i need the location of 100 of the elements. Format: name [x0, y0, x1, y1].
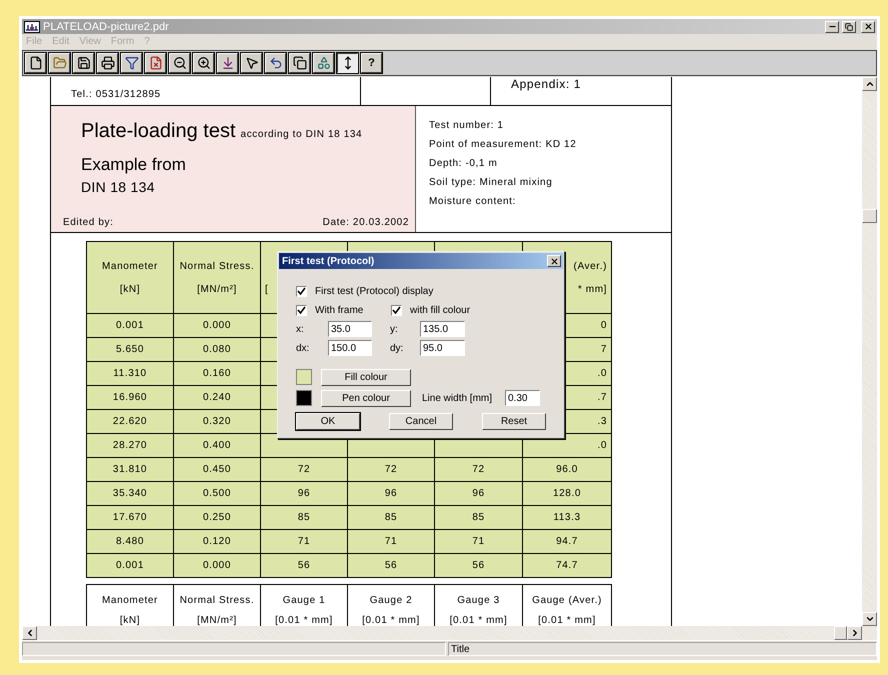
horizontal-scrollbar[interactable]	[22, 626, 877, 640]
appendix-text: Appendix: 1	[511, 77, 581, 91]
header-text: [MN/m²]	[197, 284, 237, 294]
close-button[interactable]	[861, 20, 875, 32]
cell-text: 22.620	[112, 416, 148, 427]
header-text: [kN]	[120, 284, 140, 294]
cell-text: 0.240	[202, 392, 232, 403]
cell-text: 11.310	[113, 368, 147, 379]
field-label: Line width [mm]	[422, 392, 494, 404]
cell-text: 56	[472, 560, 485, 571]
dialog-title: First test (Protocol)	[282, 256, 376, 266]
copy-icon	[292, 56, 306, 70]
cell-text: 0.000	[202, 560, 232, 571]
scroll-left-button[interactable]	[22, 626, 37, 640]
header-text: [0.01 * mm]	[275, 615, 333, 626]
close-button[interactable]	[547, 255, 561, 267]
help-button[interactable]: ?	[361, 53, 382, 73]
cell-text: 71	[472, 536, 485, 547]
funnel-icon	[124, 56, 138, 70]
number-field[interactable]: 150.0	[328, 340, 372, 356]
header-text: [0.01 * mm]	[450, 615, 508, 626]
standard-text: DIN 18 134	[80, 179, 156, 195]
info-text: Point of measurement: KD 12	[429, 139, 578, 150]
cell-text: 7	[600, 344, 607, 355]
dialog-button[interactable]: Reset	[482, 412, 546, 430]
status-panel: Title	[448, 642, 877, 656]
number-field[interactable]: 0.30	[505, 390, 540, 406]
dialog-button[interactable]: OK	[296, 412, 360, 430]
cell-text: 0.001	[116, 320, 144, 331]
header-text: Normal Stress.	[180, 595, 254, 606]
info-text: Moisture content:	[429, 196, 517, 207]
header-text: [0.01 * mm]	[538, 615, 596, 626]
cell-text: 0.120	[202, 536, 232, 547]
cell-text: 74.7	[556, 560, 578, 571]
new-page-icon	[28, 56, 42, 70]
header-text: Normal Stress.	[180, 260, 254, 272]
cell-text: 71	[384, 536, 398, 547]
header-text: [0.01 * mm]	[362, 615, 420, 626]
scroll-up-button[interactable]	[862, 77, 877, 91]
scroll-thumb[interactable]	[862, 208, 877, 223]
arrow-down-to-line-icon	[220, 56, 234, 70]
cell-text: 0.450	[202, 464, 232, 475]
header-text: Gauge 2	[370, 595, 412, 606]
dialog-button[interactable]: Cancel	[389, 412, 453, 430]
info-text: Test number: 1	[429, 120, 505, 131]
vertical-scrollbar[interactable]	[862, 77, 877, 626]
number-field[interactable]: 135.0	[420, 321, 465, 337]
header-text: Manometer	[102, 595, 158, 606]
cell-text: 113.3	[553, 512, 581, 523]
checkbox-label: With frame	[315, 304, 364, 316]
cell-text: 0.320	[202, 416, 232, 427]
scroll-right-button[interactable]	[847, 626, 862, 640]
checkbox[interactable]	[296, 304, 307, 316]
cell-text: 0	[600, 320, 607, 331]
scroll-down-button[interactable]	[862, 612, 877, 626]
header-text: [MN/m²]	[197, 615, 237, 626]
cell-text: 0.080	[202, 344, 232, 355]
close-icon	[550, 256, 558, 266]
save-icon	[76, 56, 90, 70]
cell-text: 0.400	[202, 440, 232, 451]
pointer-icon	[244, 56, 258, 70]
cell-text: 72	[472, 464, 485, 475]
cell-text: 128.0	[552, 488, 582, 499]
cell-text: .0	[597, 440, 607, 451]
cell-text: .3	[597, 416, 607, 427]
scroll-thumb[interactable]	[834, 626, 847, 640]
header-text: Manometer	[102, 260, 158, 272]
pen-colour-button[interactable]: Pen colour	[321, 390, 411, 406]
cell-text: 85	[298, 512, 310, 523]
cell-text: 0.250	[202, 512, 232, 523]
number-field[interactable]: 35.0	[328, 321, 372, 337]
cell-text: 31.810	[112, 464, 148, 475]
checkbox[interactable]	[296, 286, 307, 296]
crossed-page-icon	[148, 56, 162, 70]
header-text: [kN]	[120, 615, 140, 626]
folder-icon	[52, 56, 66, 70]
cell-text: 56	[298, 560, 310, 571]
restore-button[interactable]	[842, 20, 856, 32]
cell-text: 71	[298, 536, 310, 547]
cell-text: 35.340	[112, 488, 148, 499]
cell-text: 96.0	[556, 464, 578, 475]
cell-text: 28.270	[112, 440, 148, 451]
restore-icon	[845, 22, 853, 30]
number-field[interactable]: 95.0	[420, 340, 465, 356]
app-icon	[24, 20, 40, 32]
date-text: Date: 20.03.2002	[322, 217, 409, 228]
header-text: (Aver.)	[574, 260, 607, 272]
info-text: Depth: -0,1 m	[429, 158, 498, 169]
cell-text: 16.960	[112, 392, 148, 403]
subtitle: Example from	[80, 155, 187, 175]
cell-text: 72	[298, 464, 310, 475]
minimize-button[interactable]	[825, 20, 839, 32]
edited-by-text: Edited by:	[63, 217, 114, 228]
checkbox[interactable]	[391, 304, 402, 316]
toolbar-button[interactable]	[337, 53, 358, 73]
field-label: y:	[390, 324, 399, 334]
cell-text: 56	[384, 560, 398, 571]
header-text: Gauge 1	[282, 595, 326, 606]
header-text: * mm]	[578, 284, 607, 294]
fill-colour-button[interactable]: Fill colour	[321, 368, 411, 386]
